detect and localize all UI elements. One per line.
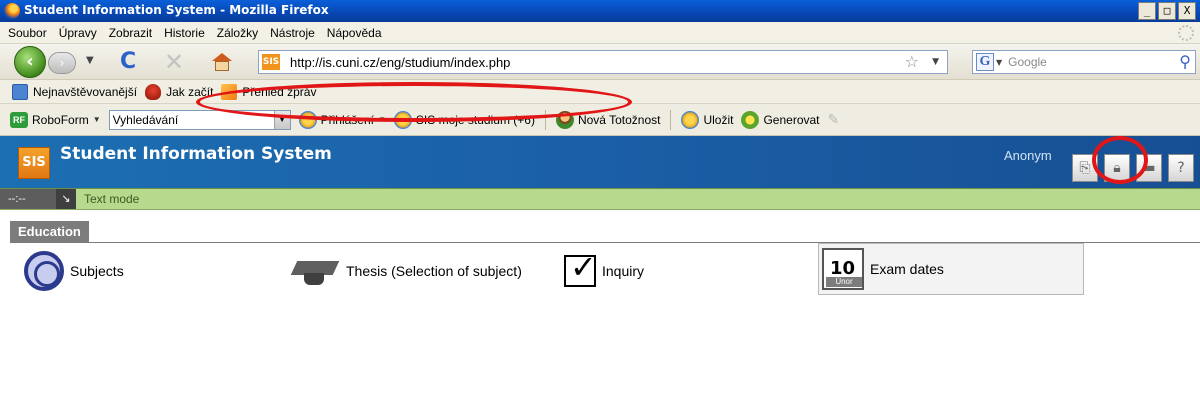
sis-header: SIS Student Information System Anonym ⎘ … bbox=[0, 136, 1200, 188]
navigation-toolbar: ‹ › ▼ C ✕ SIS http://is.cuni.cz/eng/stud… bbox=[0, 44, 1200, 80]
throbber-icon bbox=[1178, 25, 1194, 41]
identity-icon bbox=[555, 110, 574, 129]
site-favicon-icon: SIS bbox=[262, 54, 280, 70]
stop-button[interactable]: ✕ bbox=[164, 48, 184, 76]
menu-bar: Soubor Úpravy Zobrazit Historie Záložky … bbox=[0, 22, 1200, 44]
firefox-icon bbox=[4, 3, 20, 19]
modules-area: Subjects Thesis (Selection of subject) ✓… bbox=[10, 243, 1200, 401]
roboform-save[interactable]: Uložit bbox=[681, 110, 733, 129]
menu-zalozky[interactable]: Záložky bbox=[217, 26, 258, 40]
bookmark-getting-started[interactable]: Jak začít bbox=[145, 83, 213, 100]
passcard-icon bbox=[298, 110, 317, 129]
close-button[interactable]: X bbox=[1178, 2, 1196, 20]
search-box[interactable]: G ▼ Google ⚲ bbox=[972, 50, 1196, 74]
save-icon bbox=[681, 110, 700, 129]
text-mode-icon[interactable]: ⎘ bbox=[1072, 154, 1098, 182]
lock-icon[interactable]: 🔒︎ bbox=[1104, 154, 1130, 182]
module-thesis[interactable]: Thesis (Selection of subject) bbox=[290, 251, 522, 291]
rss-icon bbox=[221, 83, 238, 100]
module-subjects[interactable]: Subjects bbox=[24, 251, 124, 291]
text-mode-bar: --:-- ↘ Text mode bbox=[0, 188, 1200, 210]
menu-soubor[interactable]: Soubor bbox=[8, 26, 47, 40]
menu-nastroje[interactable]: Nástroje bbox=[270, 26, 315, 40]
firefox-window: Student Information System - Mozilla Fir… bbox=[0, 0, 1200, 401]
passcard-icon bbox=[393, 110, 412, 129]
calendar-icon: 10 Únor bbox=[822, 248, 864, 290]
menu-napoveda[interactable]: Nápověda bbox=[327, 26, 382, 40]
section-tab-education[interactable]: Education bbox=[10, 221, 89, 243]
window-title: Student Information System - Mozilla Fir… bbox=[24, 3, 329, 17]
roboform-new-identity[interactable]: Nová Totožnost bbox=[555, 110, 660, 129]
roboform-menu[interactable]: RF RoboForm ▼ bbox=[10, 111, 101, 128]
most-visited-icon bbox=[12, 83, 28, 100]
user-name: Anonym bbox=[1004, 148, 1052, 163]
search-icon[interactable]: ⚲ bbox=[1179, 52, 1191, 71]
bookmarks-toolbar: Nejnavštěvovanější Jak začít Přehled zpr… bbox=[0, 80, 1200, 104]
chevron-down-icon[interactable]: ▼ bbox=[273, 110, 290, 129]
knot-icon bbox=[24, 251, 64, 291]
firefox-start-icon bbox=[145, 83, 162, 100]
search-engine-dropdown-icon[interactable]: ▼ bbox=[996, 58, 1002, 67]
title-bar: Student Information System - Mozilla Fir… bbox=[0, 0, 1200, 22]
toolbar-separator bbox=[670, 109, 672, 130]
home-icon bbox=[212, 53, 232, 61]
roboform-toolbar: RF RoboForm ▼ Vyhledávání ▼ Přihlášení ▼… bbox=[0, 104, 1200, 136]
minimize-button[interactable]: _ bbox=[1138, 2, 1156, 20]
graduation-cap-icon bbox=[290, 253, 340, 289]
url-bar[interactable]: SIS http://is.cuni.cz/eng/studium/index.… bbox=[258, 50, 948, 74]
menu-zobrazit[interactable]: Zobrazit bbox=[109, 26, 152, 40]
sis-logo[interactable]: SIS bbox=[18, 147, 50, 179]
time-display: --:-- bbox=[0, 189, 56, 209]
url-dropdown-icon[interactable]: ▼ bbox=[932, 57, 939, 67]
login-dropdown-icon: ▼ bbox=[377, 115, 386, 124]
maximize-button[interactable]: □ bbox=[1158, 2, 1176, 20]
text-mode-link[interactable]: Text mode bbox=[84, 192, 139, 206]
back-button[interactable]: ‹ bbox=[14, 46, 46, 78]
print-icon[interactable]: ▬ bbox=[1136, 154, 1162, 182]
window-controls: _ □ X bbox=[1138, 2, 1196, 20]
checkbox-icon: ✓ bbox=[564, 249, 597, 287]
page-title: Student Information System bbox=[60, 144, 332, 164]
roboform-logo-icon: RF bbox=[10, 111, 28, 128]
module-exam-dates[interactable]: 10 Únor Exam dates bbox=[822, 248, 944, 290]
bookmark-news[interactable]: Přehled zpráv bbox=[221, 83, 316, 100]
bookmark-star-icon[interactable]: ☆ bbox=[905, 52, 919, 71]
home-button[interactable] bbox=[212, 53, 232, 71]
menu-historie[interactable]: Historie bbox=[164, 26, 205, 40]
search-input[interactable]: Google bbox=[1008, 55, 1047, 69]
history-dropdown-icon[interactable]: ▼ bbox=[86, 55, 94, 66]
arrow-icon[interactable]: ↘ bbox=[56, 189, 76, 209]
reload-button[interactable]: C bbox=[120, 49, 136, 74]
roboform-dropdown-icon: ▼ bbox=[92, 115, 101, 124]
url-text[interactable]: http://is.cuni.cz/eng/studium/index.php bbox=[290, 55, 510, 70]
roboform-generate[interactable]: Generovat bbox=[741, 110, 820, 129]
module-inquiry[interactable]: ✓ Inquiry bbox=[564, 249, 644, 291]
help-icon[interactable]: ? bbox=[1168, 154, 1194, 182]
roboform-search-select[interactable]: Vyhledávání ▼ bbox=[108, 109, 291, 130]
generate-icon bbox=[741, 110, 760, 129]
roboform-login[interactable]: Přihlášení ▼ bbox=[298, 110, 386, 129]
search-engine-icon[interactable]: G bbox=[976, 53, 994, 71]
pen-icon[interactable]: ✎ bbox=[828, 111, 840, 128]
roboform-sis-passcard[interactable]: SIS moje studium (+6) bbox=[393, 110, 535, 129]
bookmark-most-visited[interactable]: Nejnavštěvovanější bbox=[12, 83, 137, 100]
menu-upravy[interactable]: Úpravy bbox=[59, 26, 97, 40]
toolbar-separator bbox=[544, 109, 546, 130]
forward-button[interactable]: › bbox=[48, 52, 76, 74]
